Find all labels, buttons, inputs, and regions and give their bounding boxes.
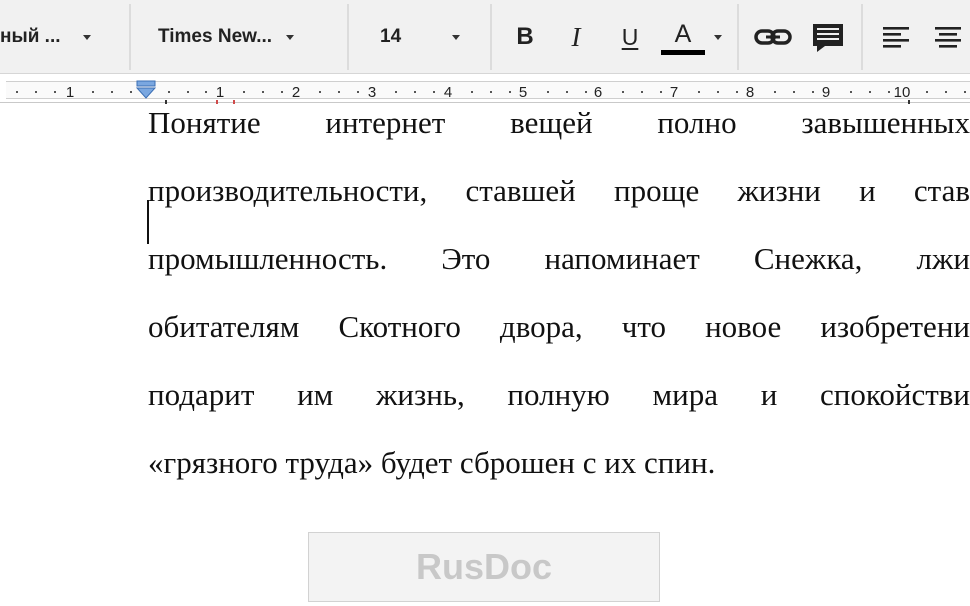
chevron-down-icon	[452, 34, 460, 40]
toolbar-separator	[737, 4, 739, 70]
font-size-value: 14	[380, 26, 402, 47]
ruler-tick	[926, 91, 928, 93]
document-paragraph[interactable]: Понятие интернет вещей полно завышенных …	[148, 98, 970, 506]
text-color-button[interactable]: A	[658, 14, 708, 60]
ruler-tick	[717, 91, 719, 93]
ruler-tick	[964, 91, 966, 93]
ruler-tick	[168, 91, 170, 93]
ruler-tick	[319, 91, 321, 93]
ruler-tick	[111, 91, 113, 93]
ruler-tick	[92, 91, 94, 93]
paragraph-line: «грязного труда» будет сброшен с их спин…	[148, 445, 716, 480]
ruler-tick	[547, 91, 549, 93]
align-center-button[interactable]	[928, 14, 968, 60]
font-family-value: Times New...	[158, 26, 273, 47]
link-icon	[754, 29, 792, 45]
ruler-tick	[641, 91, 643, 93]
ruler-tick	[945, 91, 947, 93]
ruler-tick	[660, 91, 662, 93]
ruler-tick	[471, 91, 473, 93]
comment-icon	[813, 24, 843, 52]
ruler-tick	[888, 91, 890, 93]
ruler-tick	[433, 91, 435, 93]
ruler-tick	[205, 91, 207, 93]
font-family-dropdown[interactable]: Times New...	[136, 4, 346, 70]
ruler-tick	[414, 91, 416, 93]
toolbar-separator	[347, 4, 349, 70]
paragraph-line: Понятие интернет вещей полно завышенных	[148, 105, 970, 140]
ruler-tick	[850, 91, 852, 93]
paragraph-line: подарит им жизнь, полную мира и спокойст…	[148, 377, 970, 412]
ruler-tick	[509, 91, 511, 93]
ruler-tick	[130, 91, 132, 93]
ruler-tick	[357, 91, 359, 93]
toolbar-separator	[490, 4, 492, 70]
text-color-dropdown[interactable]	[708, 14, 728, 60]
ruler-tick	[774, 91, 776, 93]
insert-link-button[interactable]	[752, 14, 794, 60]
ruler-tick	[338, 91, 340, 93]
ruler-tick	[490, 91, 492, 93]
paragraph-line: обитателям Скотного двора, что новое изо…	[148, 309, 970, 344]
chevron-down-icon	[82, 34, 91, 40]
ruler-tick	[736, 91, 738, 93]
bold-button[interactable]: B	[505, 14, 545, 60]
ruler-tick	[585, 91, 587, 93]
ruler-tick	[281, 91, 283, 93]
first-line-indent-marker[interactable]	[136, 80, 156, 100]
font-size-dropdown[interactable]: 14	[352, 4, 488, 70]
align-left-button[interactable]	[876, 14, 916, 60]
ruler-tick	[698, 91, 700, 93]
watermark-overlay: RusDoc	[308, 532, 660, 602]
paragraph-style-value: ный ...	[0, 26, 61, 47]
italic-button[interactable]: I	[556, 14, 596, 60]
ruler-tick	[16, 91, 18, 93]
ruler-number: 1	[65, 84, 75, 101]
ruler-tick	[793, 91, 795, 93]
paragraph-line: промышленность. Это напоминает Снежка, л…	[148, 241, 970, 276]
chevron-down-icon	[286, 34, 295, 40]
chevron-down-icon	[714, 34, 722, 40]
insert-comment-button[interactable]	[806, 14, 850, 60]
ruler-tick	[566, 91, 568, 93]
paragraph-line: производительности, ставшей проще жизни …	[148, 173, 970, 208]
align-center-icon	[935, 27, 961, 48]
text-color-letter: A	[674, 19, 692, 48]
ruler-tick	[262, 91, 264, 93]
ruler-tick	[187, 91, 189, 93]
align-left-icon	[883, 27, 909, 48]
ruler-tick	[54, 91, 56, 93]
ruler-tick	[869, 91, 871, 93]
paragraph-style-dropdown[interactable]: ный ...	[0, 4, 128, 70]
toolbar-separator	[129, 4, 131, 70]
underline-button[interactable]: U	[610, 14, 650, 60]
formatting-toolbar: ный ... Times New... 14 B I U A	[0, 0, 970, 74]
toolbar-separator	[861, 4, 863, 70]
text-color-swatch	[661, 49, 705, 55]
ruler-tick	[812, 91, 814, 93]
text-cursor	[147, 200, 149, 244]
ruler-tick	[395, 91, 397, 93]
ruler-tick	[243, 91, 245, 93]
ruler-tick	[35, 91, 37, 93]
ruler-tick	[622, 91, 624, 93]
